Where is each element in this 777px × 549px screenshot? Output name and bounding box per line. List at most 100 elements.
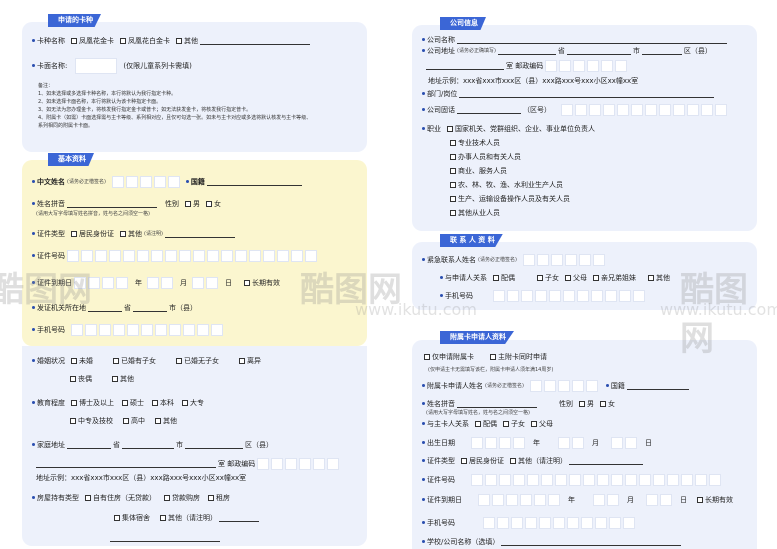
checkbox-housing[interactable] <box>164 494 170 501</box>
mobile-digit-box[interactable] <box>563 289 575 302</box>
checkbox-relation[interactable] <box>593 274 599 281</box>
year-box[interactable] <box>492 493 504 506</box>
mobile-digit-box[interactable] <box>497 516 509 529</box>
contact-name-box[interactable] <box>592 253 605 266</box>
sup-name-box[interactable] <box>571 379 584 392</box>
mobile-digit-box[interactable] <box>623 516 635 529</box>
cn-name-box[interactable] <box>167 175 180 188</box>
checkbox-relation[interactable] <box>493 274 499 281</box>
id-other-line[interactable] <box>569 457 643 465</box>
month-box[interactable] <box>607 493 619 506</box>
checkbox-education[interactable] <box>71 399 77 406</box>
mobile-digit-box[interactable] <box>609 516 621 529</box>
checkbox-relation[interactable] <box>537 274 543 281</box>
id-digit-box[interactable] <box>667 473 679 486</box>
id-digit-box[interactable] <box>541 473 553 486</box>
zip-box[interactable] <box>573 59 586 72</box>
mobile-digit-box[interactable] <box>113 323 125 336</box>
checkbox-id-resident[interactable] <box>71 230 77 237</box>
year-box[interactable] <box>506 493 518 506</box>
mobile-digit-box[interactable] <box>211 323 223 336</box>
checkbox-job[interactable] <box>450 181 456 188</box>
mobile-digit-box[interactable] <box>567 516 579 529</box>
mobile-digit-box[interactable] <box>507 289 519 302</box>
id-digit-box[interactable] <box>221 249 233 262</box>
mobile-digit-box[interactable] <box>595 516 607 529</box>
mobile-digit-box[interactable] <box>521 289 533 302</box>
mobile-digit-box[interactable] <box>127 323 139 336</box>
day-box[interactable] <box>192 276 204 289</box>
year-box[interactable] <box>116 276 128 289</box>
checkbox-female[interactable] <box>206 200 212 207</box>
mobile-digit-box[interactable] <box>553 516 565 529</box>
checkbox-marital[interactable] <box>112 375 118 382</box>
id-digit-box[interactable] <box>179 249 191 262</box>
sup-name-box[interactable] <box>543 379 556 392</box>
year-box[interactable] <box>520 493 532 506</box>
id-digit-box[interactable] <box>95 249 107 262</box>
year-box[interactable] <box>548 493 560 506</box>
nationality-line[interactable] <box>206 178 302 186</box>
year-box[interactable] <box>471 436 483 449</box>
id-digit-box[interactable] <box>81 249 93 262</box>
checkbox-relation[interactable] <box>475 420 481 427</box>
checkbox-long-term[interactable] <box>697 496 703 503</box>
year-box[interactable] <box>499 436 511 449</box>
zip-box[interactable] <box>545 59 558 72</box>
mobile-digit-box[interactable] <box>581 516 593 529</box>
zip-box[interactable] <box>313 457 326 470</box>
phone-digit-box[interactable] <box>673 103 685 116</box>
checkbox-relation[interactable] <box>648 274 654 281</box>
day-box[interactable] <box>625 436 637 449</box>
id-digit-box[interactable] <box>485 473 497 486</box>
mobile-digit-box[interactable] <box>197 323 209 336</box>
checkbox-marital[interactable] <box>113 357 119 364</box>
sup-nationality-line[interactable] <box>626 382 689 390</box>
company-city-line[interactable] <box>566 47 631 55</box>
checkbox-education[interactable] <box>182 399 188 406</box>
card-other-line[interactable] <box>200 37 310 45</box>
sup-name-box[interactable] <box>585 379 598 392</box>
mobile-digit-box[interactable] <box>483 516 495 529</box>
id-other-line[interactable] <box>164 230 235 238</box>
checkbox-housing[interactable] <box>85 494 91 501</box>
phone-digit-box[interactable] <box>645 103 657 116</box>
cn-name-box[interactable] <box>153 175 166 188</box>
year-box[interactable] <box>102 276 114 289</box>
phone-digit-box[interactable] <box>589 103 601 116</box>
dept-line[interactable] <box>459 90 715 98</box>
day-box[interactable] <box>206 276 218 289</box>
month-box[interactable] <box>593 493 605 506</box>
id-digit-box[interactable] <box>639 473 651 486</box>
id-digit-box[interactable] <box>249 249 261 262</box>
checkbox-only-sup[interactable] <box>424 353 430 360</box>
id-digit-box[interactable] <box>695 473 707 486</box>
home-city-line[interactable] <box>122 441 174 449</box>
mobile-digit-box[interactable] <box>99 323 111 336</box>
mobile-digit-box[interactable] <box>539 516 551 529</box>
contact-name-box[interactable] <box>550 253 563 266</box>
mobile-digit-box[interactable] <box>619 289 631 302</box>
checkbox-marital[interactable] <box>239 357 245 364</box>
id-digit-box[interactable] <box>207 249 219 262</box>
checkbox-relation[interactable] <box>565 274 571 281</box>
checkbox-card-other[interactable] <box>176 37 182 44</box>
mobile-digit-box[interactable] <box>183 323 195 336</box>
mobile-digit-box[interactable] <box>549 289 561 302</box>
zip-box[interactable] <box>299 457 312 470</box>
id-digit-box[interactable] <box>165 249 177 262</box>
id-digit-box[interactable] <box>291 249 303 262</box>
id-digit-box[interactable] <box>653 473 665 486</box>
checkbox-job[interactable] <box>450 153 456 160</box>
checkbox-id-other[interactable] <box>510 457 516 464</box>
phone-line[interactable] <box>457 106 521 114</box>
phone-digit-box[interactable] <box>575 103 587 116</box>
checkbox-education[interactable] <box>155 417 161 424</box>
cn-name-box[interactable] <box>125 175 138 188</box>
sup-school-line[interactable] <box>501 538 682 546</box>
month-box[interactable] <box>161 276 173 289</box>
id-digit-box[interactable] <box>305 249 317 262</box>
checkbox-marital[interactable] <box>71 357 77 364</box>
id-digit-box[interactable] <box>471 473 483 486</box>
id-digit-box[interactable] <box>67 249 79 262</box>
